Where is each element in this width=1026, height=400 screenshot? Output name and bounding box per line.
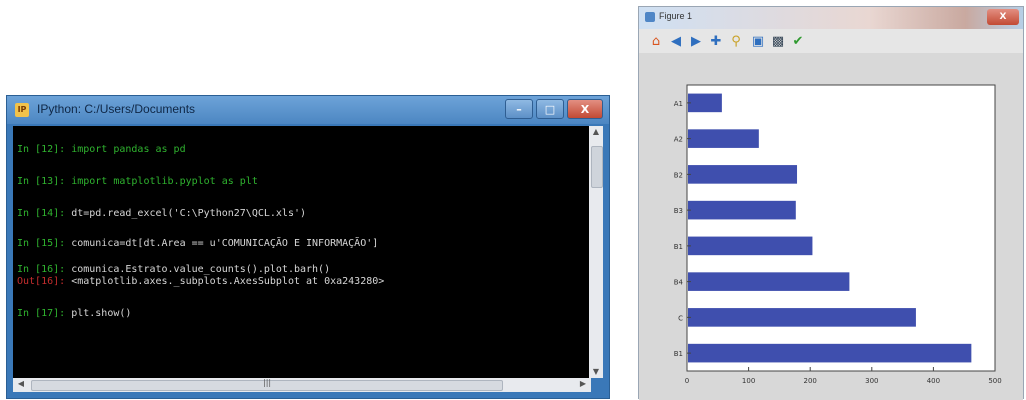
code-text: dt=pd.read_excel('C:\Python27\QCL.xls')	[71, 208, 307, 219]
y-tick-label: B1	[674, 350, 683, 358]
console-line: Out[16]: <matplotlib.axes._subplots.Axes…	[17, 276, 384, 287]
console-title: IPython: C:/Users/Documents	[37, 102, 196, 116]
ipython-console-window: IP IPython: C:/Users/Documents – □ X In …	[6, 95, 610, 399]
code-text: comunica=dt[dt.Area == u'COMUNICAÇÃO E I…	[71, 238, 379, 249]
x-tick-label: 500	[988, 377, 1001, 385]
scroll-left-icon[interactable]: ◀	[15, 379, 27, 388]
x-tick-label: 400	[927, 377, 940, 385]
console-line: In [17]: plt.show()	[17, 308, 131, 319]
minimize-button[interactable]: –	[505, 99, 533, 119]
x-tick-label: 200	[804, 377, 817, 385]
y-tick-label: C	[678, 314, 683, 322]
bar	[688, 165, 798, 184]
figure-window: Figure 1 X ⌂ ◀ ▶ ✚ ⚲ ▣ ▩ ✔ B1 C B4 B1 B3 B2 A2…	[638, 6, 1024, 400]
y-tick-label: A2	[674, 136, 683, 144]
ipython-logo-icon: IP	[15, 103, 29, 117]
console-line: In [13]: import matplotlib.pyplot as plt	[17, 176, 258, 187]
input-prompt: In [16]:	[17, 264, 66, 275]
output-text: <matplotlib.axes._subplots.AxesSubplot a…	[71, 276, 385, 287]
x-tick-label: 300	[865, 377, 878, 385]
console-line: In [12]: import pandas as pd	[17, 144, 186, 155]
bar	[688, 308, 916, 327]
bar	[688, 200, 796, 220]
console-line: In [14]: dt=pd.read_excel('C:\Python27\Q…	[17, 208, 306, 219]
input-prompt: In [12]:	[17, 144, 66, 155]
x-tick-label: 100	[742, 377, 755, 385]
console-output-area[interactable]: In [12]: import pandas as pd In [13]: im…	[13, 126, 591, 378]
horizontal-scrollbar[interactable]: ◀ ||| ▶	[13, 378, 591, 392]
scroll-right-icon[interactable]: ▶	[577, 379, 589, 388]
input-prompt: In [15]:	[17, 238, 66, 249]
scroll-thumb[interactable]	[591, 146, 603, 188]
maximize-button[interactable]: □	[536, 99, 564, 119]
x-tick-label: 0	[685, 377, 689, 385]
input-prompt: In [13]:	[17, 176, 66, 187]
code-text: comunica.Estrato.value_counts().plot.bar…	[71, 264, 331, 275]
input-prompt: In [17]:	[17, 308, 66, 319]
console-line: In [16]: comunica.Estrato.value_counts()…	[17, 264, 330, 275]
console-line: In [15]: comunica=dt[dt.Area == u'COMUNI…	[17, 238, 378, 249]
bar-chart: B1 C B4 B1 B3 B2 A2 A1 0 100 200 300 400 500	[674, 84, 1002, 385]
close-button[interactable]: X	[567, 99, 603, 119]
console-title-bar[interactable]: IP IPython: C:/Users/Documents – □ X	[7, 96, 609, 124]
y-tick-label: B4	[674, 279, 684, 287]
input-prompt: In [14]:	[17, 208, 66, 219]
code-text: import pandas as pd	[71, 144, 186, 155]
grip-icon: |||	[263, 378, 272, 387]
vertical-scrollbar[interactable]: ▲ ▼	[589, 126, 603, 378]
bar	[688, 272, 850, 291]
y-tick-label: B1	[674, 243, 683, 251]
bar	[688, 93, 722, 113]
y-tick-label: B3	[674, 207, 683, 215]
output-prompt: Out[16]:	[17, 276, 66, 287]
bar	[688, 343, 972, 363]
scroll-up-icon[interactable]: ▲	[589, 126, 603, 138]
scroll-down-icon[interactable]: ▼	[589, 366, 603, 378]
y-tick-label: A1	[674, 100, 683, 108]
code-text: plt.show()	[71, 308, 132, 319]
code-text: import matplotlib.pyplot as plt	[71, 176, 258, 187]
bar	[688, 129, 759, 148]
bar	[688, 236, 813, 256]
y-tick-label: B2	[674, 171, 683, 179]
axes-frame	[686, 84, 996, 372]
